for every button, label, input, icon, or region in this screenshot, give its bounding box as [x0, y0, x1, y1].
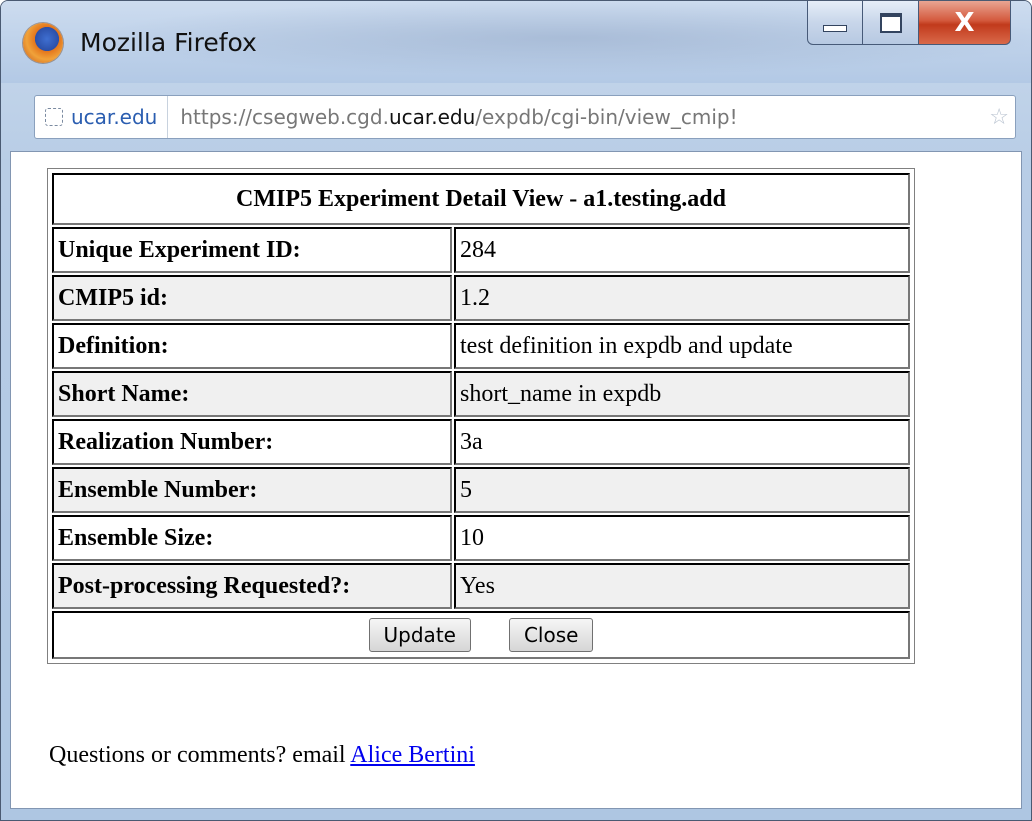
row-label: Short Name:	[52, 371, 452, 417]
url-suffix: /expdb/cgi-bin/view_cmip!	[475, 105, 738, 129]
url-text[interactable]: https://csegweb.cgd.ucar.edu/expdb/cgi-b…	[180, 105, 985, 129]
bookmark-star-icon[interactable]: ☆	[989, 105, 1009, 130]
row-value: 3a	[454, 419, 910, 465]
row-label: Unique Experiment ID:	[52, 227, 452, 273]
table-row: Post-processing Requested?: Yes	[52, 563, 910, 609]
page-content: CMIP5 Experiment Detail View - a1.testin…	[10, 151, 1022, 809]
minimize-icon	[823, 25, 847, 32]
button-cell: Update Close	[52, 611, 910, 659]
minimize-button[interactable]	[807, 1, 863, 45]
row-value: 1.2	[454, 275, 910, 321]
table-row: Short Name: short_name in expdb	[52, 371, 910, 417]
button-row: Update Close	[52, 611, 910, 659]
contact-email-link[interactable]: Alice Bertini	[350, 742, 475, 768]
url-domain: ucar.edu	[388, 105, 476, 129]
url-prefix: https://csegweb.cgd.	[180, 105, 389, 129]
row-label: CMIP5 id:	[52, 275, 452, 321]
table-row: Ensemble Size: 10	[52, 515, 910, 561]
maximize-button[interactable]	[863, 1, 919, 45]
row-value: 5	[454, 467, 910, 513]
row-value: Yes	[454, 563, 910, 609]
row-label: Definition:	[52, 323, 452, 369]
row-value: short_name in expdb	[454, 371, 910, 417]
site-identity-icon[interactable]	[45, 108, 63, 126]
table-row: Realization Number: 3a	[52, 419, 910, 465]
row-label: Post-processing Requested?:	[52, 563, 452, 609]
site-identity-label[interactable]: ucar.edu	[71, 96, 169, 138]
table-row: Unique Experiment ID: 284	[52, 227, 910, 273]
row-value: 10	[454, 515, 910, 561]
table-row: CMIP5 id: 1.2	[52, 275, 910, 321]
address-bar[interactable]: ucar.edu https://csegweb.cgd.ucar.edu/ex…	[34, 95, 1016, 139]
row-value: 284	[454, 227, 910, 273]
window-controls: X	[807, 1, 1011, 47]
experiment-detail-table: CMIP5 Experiment Detail View - a1.testin…	[47, 168, 915, 664]
table-row: Ensemble Number: 5	[52, 467, 910, 513]
table-heading: CMIP5 Experiment Detail View - a1.testin…	[52, 173, 910, 225]
firefox-logo-icon	[23, 23, 63, 63]
maximize-icon	[879, 12, 902, 33]
footer: Questions or comments? email Alice Berti…	[49, 742, 475, 769]
close-icon: X	[954, 7, 975, 38]
close-button[interactable]: Close	[508, 618, 594, 652]
row-label: Realization Number:	[52, 419, 452, 465]
title-bar[interactable]: Mozilla Firefox X	[1, 1, 1031, 83]
row-label: Ensemble Number:	[52, 467, 452, 513]
footer-text: Questions or comments? email	[49, 742, 351, 768]
window-title: Mozilla Firefox	[80, 28, 257, 57]
close-window-button[interactable]: X	[919, 1, 1011, 45]
row-label: Ensemble Size:	[52, 515, 452, 561]
row-value: test definition in expdb and update	[454, 323, 910, 369]
browser-window: Mozilla Firefox X ucar.edu https://csegw…	[0, 0, 1032, 821]
update-button[interactable]: Update	[368, 618, 471, 652]
table-row: Definition: test definition in expdb and…	[52, 323, 910, 369]
